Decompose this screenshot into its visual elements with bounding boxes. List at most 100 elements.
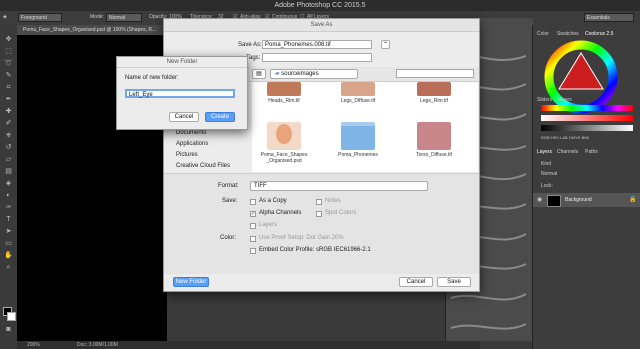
spot-colors-label: Spot Colors [325,210,357,216]
history-brush-icon[interactable]: ↺ [4,143,13,152]
file-thumbnail [341,82,375,96]
save-as-label: Save As: [238,42,262,48]
tab-paths[interactable]: Paths [585,149,598,155]
save-label: Save: [222,198,238,204]
expand-button[interactable]: ⌃ [381,40,390,49]
spot-colors-checkbox[interactable] [316,211,322,217]
tab-sliders[interactable]: Sliders [537,97,552,103]
cancel-button[interactable]: Cancel [399,277,433,287]
quick-select-icon[interactable]: ✎ [4,71,13,80]
alpha-channels-label: Alpha Channels [259,210,302,216]
file-name: Legs_Diffuse.tif [340,98,376,104]
hue-slider[interactable] [541,105,633,111]
file-thumbnail [267,122,301,150]
new-folder-button[interactable]: New Folder [173,277,209,287]
layer-row[interactable]: ◉ Background 🔒 [533,193,640,207]
kind-filter[interactable]: Kind [541,161,551,167]
eye-icon[interactable]: ◉ [537,196,542,203]
new-folder-prompt: Name of new folder: [125,75,179,81]
search-input[interactable] [396,69,474,78]
lasso-tool-icon[interactable]: ➰ [4,59,13,68]
tab-layers[interactable]: Layers [537,149,552,155]
new-folder-cancel-button[interactable]: Cancel [169,112,199,122]
embed-profile-label: Embed Color Profile: sRGB IEC61966-2.1 [259,247,371,253]
as-copy-label: As a Copy [259,198,287,204]
folder-item[interactable]: Poma_Phonemes [332,122,384,158]
healing-brush-icon[interactable]: ✚ [4,107,13,116]
mode-label: Mode: [90,14,104,20]
file-item[interactable]: Torso_Diffuse.tif [408,122,460,158]
tags-input[interactable] [262,53,372,62]
tab-color[interactable]: Color [537,31,549,37]
color-label: Color: [220,235,237,241]
file-name: Legs_Rim.tif [420,98,448,104]
dialog-title: Save As [164,19,479,32]
file-thumbnail [417,82,451,96]
file-item[interactable]: Legs_Diffuse.tif [332,82,384,104]
sidebar-item-pictures[interactable]: Pictures [176,152,198,158]
sidebar-item-creative-cloud[interactable]: Creative Cloud Files [176,163,230,169]
format-value: TIFF [254,183,267,189]
hand-tool-icon[interactable]: ✋ [4,251,13,260]
type-tool-icon[interactable]: T [4,215,13,224]
notes-checkbox[interactable] [316,199,322,205]
eraser-icon[interactable]: ▱ [4,155,13,164]
sidebar-item-documents[interactable]: Documents [176,130,206,136]
file-item[interactable]: Heads_Rim.tif [258,82,310,104]
workspace-select[interactable]: Essentials [584,13,634,22]
preset-select[interactable]: Foreground [18,13,62,22]
tab-coolorus[interactable]: Coolorus 2.5 [585,31,613,37]
tags-label: Tags: [246,55,261,61]
saturation-slider[interactable] [541,115,633,121]
move-tool-icon[interactable]: ✥ [4,35,13,44]
tools-panel: ✥ ⬚ ➰ ✎ ⌗ ✒ ✚ ✐ ⎈ ↺ ▱ ▤ ◈ ◐ ✑ T ➤ ▭ ✋ ⌕ … [0,25,18,341]
location-select[interactable]: ▰ sourceimages [270,69,358,79]
file-name: Poma_Phonemes [338,152,378,158]
file-name: Heads_Rim.tif [268,98,300,104]
create-button[interactable]: Create [205,112,235,122]
format-select[interactable]: TIFF [250,181,428,191]
right-panel: Color Swatches Coolorus 2.5 Sliders Mixe… [532,25,640,349]
file-item[interactable]: Legs_Rim.tif [408,82,460,104]
file-thumbnail [267,82,301,96]
background-color-swatch[interactable] [7,312,16,321]
zoom-tool-icon[interactable]: ⌕ [4,263,13,272]
layers-checkbox[interactable] [250,223,256,229]
folder-name-input[interactable]: Left_Eye [125,89,235,98]
paint-bucket-icon[interactable]: ◈ [3,14,7,20]
paint-bucket-tool-icon[interactable]: ◈ [4,179,13,188]
mode-select[interactable]: Normal [106,13,142,22]
path-select-icon[interactable]: ➤ [4,227,13,236]
color-wheel[interactable] [543,39,619,115]
shape-tool-icon[interactable]: ▭ [4,239,13,248]
file-item[interactable]: Poma_Face_Shapes _Organised.psd [258,122,310,164]
blend-mode-select[interactable]: Normal [541,171,557,177]
tab-swatches[interactable]: Swatches [557,31,579,37]
quick-mask-icon[interactable]: ◙ [4,325,13,334]
pen-tool-icon[interactable]: ✑ [4,203,13,212]
crop-tool-icon[interactable]: ⌗ [4,83,13,92]
sidebar-item-applications[interactable]: Applications [176,141,208,147]
marquee-tool-icon[interactable]: ⬚ [4,47,13,56]
clone-stamp-icon[interactable]: ⎈ [4,131,13,140]
lock-label: Lock: [541,183,553,189]
use-proof-checkbox[interactable] [250,236,256,242]
brush-tool-icon[interactable]: ✐ [4,119,13,128]
gradient-tool-icon[interactable]: ▤ [4,167,13,176]
zoom-level[interactable]: 200% [27,341,40,349]
file-name: Poma_Face_Shapes _Organised.psd [260,152,308,164]
save-button[interactable]: Save [437,277,471,287]
filename-input[interactable]: Poma_Phonemes.008.tif [262,40,372,49]
alpha-channels-checkbox[interactable]: ✓ [250,211,256,217]
brightness-slider[interactable] [541,125,633,131]
tab-mixers[interactable]: Mixers [557,97,572,103]
tab-channels[interactable]: Channels [557,149,578,155]
layer-name: Background [565,197,592,203]
view-mode-button[interactable]: ▤ [252,69,266,79]
embed-profile-checkbox[interactable] [250,248,256,254]
slider-mode-tabs[interactable]: RGB HSV LAB CMYK B/W [541,135,589,140]
as-copy-checkbox[interactable] [250,199,256,205]
dodge-tool-icon[interactable]: ◐ [4,191,13,200]
status-bar: 200% Doc: 3.00M/1.00M [17,341,480,349]
eyedropper-icon[interactable]: ✒ [4,95,13,104]
